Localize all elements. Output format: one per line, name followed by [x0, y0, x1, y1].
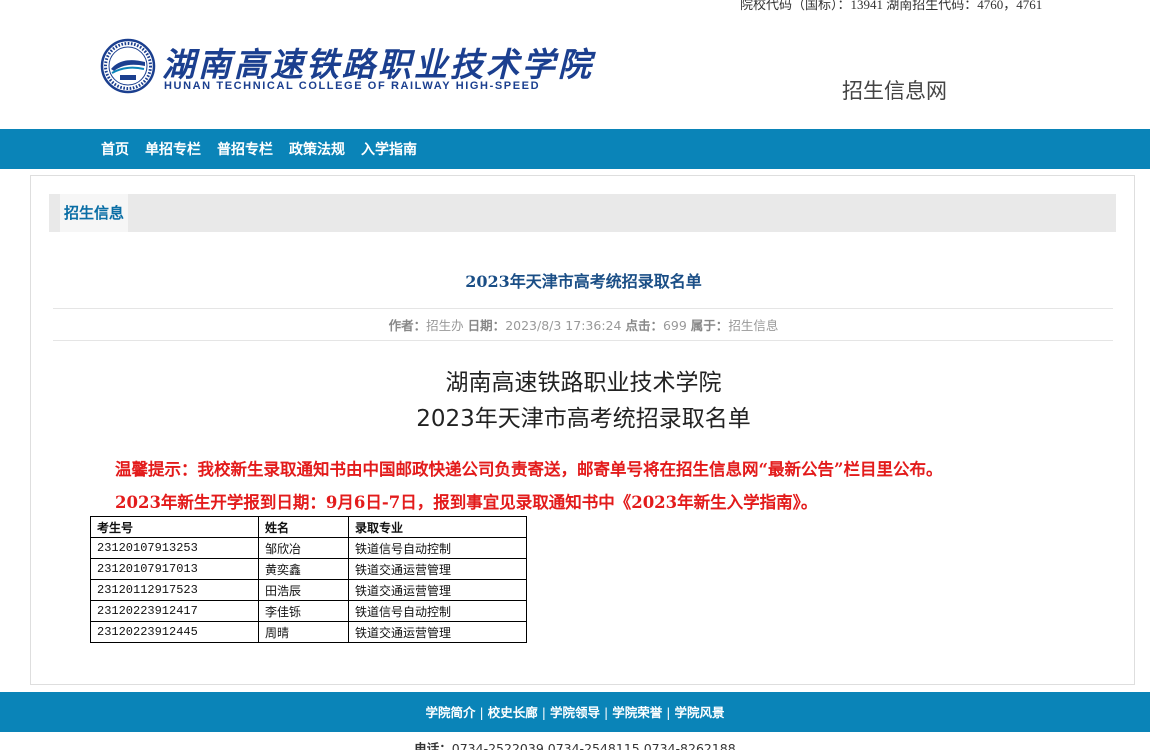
column-header-id: 考生号	[90, 516, 259, 538]
nav-item-home[interactable]: 首页	[101, 139, 129, 159]
article-meta: 作者：招生办 日期：2023/8/3 17:36:24 点击：699 属于：招生…	[31, 315, 1136, 334]
cell-major: 铁道交通运营管理	[348, 621, 527, 643]
cell-major: 铁道信号自动控制	[348, 600, 527, 622]
logo-chinese-text: 湖南高速铁路职业技术学院	[162, 45, 594, 84]
phone-label: 电话：	[414, 741, 452, 750]
article-container: 招生信息 2023年天津市高考统招录取名单 作者：招生办 日期：2023/8/3…	[30, 175, 1135, 685]
site-header: 湖南高速铁路职业技术学院 HUNAN TECHNICAL COLLEGE OF …	[0, 14, 1150, 129]
site-footer: 学院简介 | 校史长廊 | 学院领导 | 学院荣誉 | 学院风景	[0, 692, 1150, 732]
footer-link-history[interactable]: 校史长廊	[488, 693, 538, 733]
footer-link-college-intro[interactable]: 学院简介	[426, 693, 476, 733]
nav-item-enrollment-guide[interactable]: 入学指南	[361, 139, 417, 159]
cell-id: 23120223912417	[90, 600, 259, 622]
cell-major: 铁道信号自动控制	[348, 537, 527, 559]
college-emblem-icon	[100, 38, 156, 94]
phone-numbers: 0734-2522039 0734-2548115 0734-8262188	[451, 741, 736, 750]
college-logo[interactable]: 湖南高速铁路职业技术学院 HUNAN TECHNICAL COLLEGE OF …	[100, 36, 591, 102]
meta-category: 招生信息	[728, 318, 779, 333]
cell-major: 铁道交通运营管理	[348, 558, 527, 580]
nav-item-general-enrollment[interactable]: 普招专栏	[217, 139, 273, 159]
logo-english-text: HUNAN TECHNICAL COLLEGE OF RAILWAY HIGH-…	[164, 80, 541, 92]
school-code-text: 院校代码（国标）：13941 湖南招生代码：4760，4761	[740, 0, 1043, 12]
content-heading-list: 2023年天津市高考统招录取名单	[416, 406, 751, 432]
nav-item-single-enrollment[interactable]: 单招专栏	[145, 139, 201, 159]
footer-link-honors[interactable]: 学院荣誉	[612, 693, 662, 733]
meta-category-label: 属于：	[690, 318, 729, 333]
table-row: 23120223912445 周晴 铁道交通运营管理	[90, 621, 527, 643]
cell-id: 23120112917523	[90, 579, 259, 601]
meta-author: 招生办	[426, 318, 464, 333]
footer-separator: |	[666, 705, 671, 720]
footer-separator: |	[479, 705, 484, 720]
main-nav: 首页 单招专栏 普招专栏 政策法规 入学指南	[0, 129, 1150, 169]
footer-link-leaders[interactable]: 学院领导	[550, 693, 600, 733]
table-header-row: 考生号 姓名 录取专业	[90, 516, 527, 538]
table-row: 23120112917523 田浩辰 铁道交通运营管理	[90, 579, 527, 601]
column-header-major: 录取专业	[348, 516, 527, 538]
content-heading-college: 湖南高速铁路职业技术学院	[445, 370, 722, 396]
top-info-bar: 院校代码（国标）：13941 湖南招生代码：4760，4761	[0, 0, 1150, 14]
cell-name: 田浩辰	[258, 579, 349, 601]
cell-id: 23120107913253	[90, 537, 259, 559]
cell-name: 李佳铄	[258, 600, 349, 622]
section-tab-admissions[interactable]: 招生信息	[60, 194, 129, 232]
article-title: 2023年天津市高考统招录取名单	[465, 272, 702, 291]
cell-name: 黄奕鑫	[258, 558, 349, 580]
meta-clicks-label: 点击：	[625, 318, 663, 333]
table-row: 23120107913253 邹欣冶 铁道信号自动控制	[90, 537, 527, 559]
footer-contact: 电话：0734-2522039 0734-2548115 0734-826218…	[0, 738, 1150, 750]
cell-name: 周晴	[258, 621, 349, 643]
admission-table: 考生号 姓名 录取专业 23120107913253 邹欣冶 铁道信号自动控制 …	[90, 516, 527, 643]
meta-date: 2023/8/3 17:36:24	[505, 318, 622, 333]
meta-date-label: 日期：	[467, 318, 506, 333]
cell-name: 邹欣冶	[258, 537, 349, 559]
footer-separator: |	[604, 705, 609, 720]
divider	[53, 308, 1113, 309]
nav-item-policies[interactable]: 政策法规	[289, 139, 345, 159]
site-name: 招生信息网	[842, 79, 947, 103]
cell-id: 23120223912445	[90, 621, 259, 643]
footer-separator: |	[541, 705, 546, 720]
meta-clicks: 699	[662, 318, 687, 333]
column-header-name: 姓名	[258, 516, 349, 538]
table-row: 23120223912417 李佳铄 铁道信号自动控制	[90, 600, 527, 622]
meta-author-label: 作者：	[388, 318, 427, 333]
footer-link-scenery[interactable]: 学院风景	[674, 693, 724, 733]
cell-id: 23120107917013	[90, 558, 259, 580]
divider	[53, 340, 1113, 341]
notice-mailing: 温馨提示：我校新生录取通知书由中国邮政快递公司负责寄送，邮寄单号将在招生信息网“…	[115, 460, 943, 479]
cell-major: 铁道交通运营管理	[348, 579, 527, 601]
table-row: 23120107917013 黄奕鑫 铁道交通运营管理	[90, 558, 527, 580]
footer-links: 学院简介 | 校史长廊 | 学院领导 | 学院荣誉 | 学院风景	[426, 693, 725, 733]
section-header: 招生信息	[49, 194, 1116, 232]
notice-registration: 2023年新生开学报到日期：9月6日-7日，报到事宜见录取通知书中《2023年新…	[115, 493, 818, 512]
